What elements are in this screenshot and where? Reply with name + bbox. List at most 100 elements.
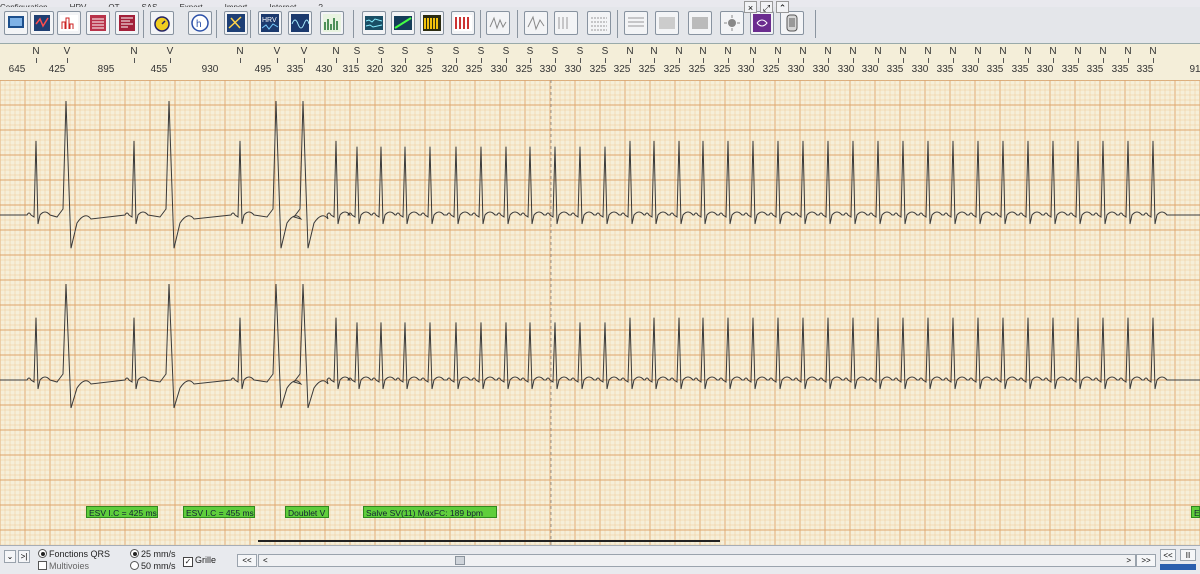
strip-4-button[interactable] (688, 11, 712, 35)
event-tag[interactable]: Doublet V (285, 506, 329, 518)
event-tag[interactable]: Salve SV(11) MaxFC: 189 bpm (363, 506, 497, 518)
beat-tick (728, 58, 729, 63)
scroll-right-arrow[interactable]: > (1126, 555, 1131, 566)
toolbar-separator (815, 10, 816, 38)
horizontal-scrollbar[interactable]: < > (258, 554, 1136, 567)
stopwatch-button[interactable] (150, 11, 174, 35)
histogram-icon (60, 15, 78, 31)
device-button[interactable] (780, 11, 804, 35)
beat-label: S (452, 46, 460, 57)
beat-label: N (799, 46, 807, 57)
fonctions-qrs-radio[interactable] (38, 549, 47, 558)
strip-2-button[interactable] (624, 11, 648, 35)
beat-label: N (1099, 46, 1107, 57)
print-button[interactable] (86, 11, 110, 35)
hrv-icon: HRV (261, 14, 279, 32)
display-button[interactable] (4, 11, 28, 35)
speed-50-radio[interactable] (130, 561, 139, 570)
wave-filter-button[interactable] (288, 11, 312, 35)
fonctions-qrs-option[interactable]: Fonctions QRS (38, 549, 110, 559)
nav-prev-button[interactable]: << (237, 554, 257, 567)
toolbar-separator (143, 10, 144, 38)
beat-label: N (1049, 46, 1057, 57)
grille-label: Grille (195, 555, 217, 565)
multivoies-checkbox[interactable] (38, 561, 47, 570)
beat-tick (481, 58, 482, 63)
beat-label: N (899, 46, 907, 57)
rr-interval: 330 (787, 64, 805, 75)
rr-interval: 91 (1189, 64, 1200, 75)
pause-button[interactable]: II (1180, 549, 1196, 561)
grille-option[interactable]: ✓ Grille (183, 555, 216, 567)
qrs-overlay-2-button[interactable] (524, 11, 548, 35)
event-tag[interactable]: E (1191, 506, 1200, 518)
rr-interval: 325 (713, 64, 731, 75)
rr-interval: 330 (911, 64, 929, 75)
multivoies-option[interactable]: Multivoies (38, 561, 89, 571)
lead-button[interactable] (30, 11, 54, 35)
rr-interval: 325 (465, 64, 483, 75)
rr-interval: 455 (150, 64, 168, 75)
beat-label: V (273, 46, 281, 57)
expand-icon[interactable]: ⤢ (760, 1, 773, 13)
close-icon[interactable]: × (744, 1, 757, 13)
grille-checkbox[interactable]: ✓ (183, 557, 193, 567)
rr-interval: 335 (1011, 64, 1029, 75)
speed-25-radio[interactable] (130, 549, 139, 558)
beat-label: N (774, 46, 782, 57)
settings-button[interactable] (720, 11, 744, 35)
scroll-left-arrow[interactable]: < (263, 555, 268, 566)
speed-50-label: 50 mm/s (141, 561, 176, 571)
scatter-button[interactable] (391, 11, 415, 35)
event-tag[interactable]: ESV I.C = 455 ms (183, 506, 255, 518)
hrv-button[interactable]: HRV (258, 11, 282, 35)
rr-interval: 930 (201, 64, 219, 75)
strip-2-icon (628, 17, 644, 27)
compressed-view-button[interactable] (362, 11, 386, 35)
nav-next-button[interactable]: >> (1136, 554, 1156, 567)
report-button[interactable] (115, 11, 139, 35)
beat-tick (928, 58, 929, 63)
toolbar-separator (517, 10, 518, 38)
event-tag[interactable]: ESV I.C = 425 ms (86, 506, 158, 518)
beat-label: N (724, 46, 732, 57)
rr-interval: 335 (286, 64, 304, 75)
beat-label: V (300, 46, 308, 57)
qrs-overlay-3-icon (558, 17, 568, 29)
speed-25-option[interactable]: 25 mm/s (130, 549, 176, 559)
rr-interval: 335 (1111, 64, 1129, 75)
beat-label: N (1024, 46, 1032, 57)
svg-text:HRV: HRV (262, 17, 277, 24)
qrs-overlay-3-button[interactable] (554, 11, 578, 35)
sound-button[interactable] (750, 11, 774, 35)
beat-tick (1003, 58, 1004, 63)
histogram-button[interactable] (57, 11, 81, 35)
toolbar-separator (480, 10, 481, 38)
scroll-down-button[interactable]: ⌄ (4, 550, 16, 563)
speed-50-option[interactable]: 50 mm/s (130, 561, 176, 571)
zoom-prev-button[interactable]: << (1160, 549, 1176, 561)
bar-view-button[interactable] (420, 11, 444, 35)
scatter-icon (394, 16, 412, 30)
beat-tick (240, 58, 241, 63)
rr-interval: 325 (589, 64, 607, 75)
strip-3-button[interactable] (655, 11, 679, 35)
beat-tick (953, 58, 954, 63)
st-tool-button[interactable] (224, 11, 248, 35)
beat-label: N (824, 46, 832, 57)
qrs-overlay-1-button[interactable] (486, 11, 510, 35)
strip-1-icon (591, 17, 607, 31)
scrollbar-thumb[interactable] (455, 556, 465, 565)
strip-1-button[interactable] (587, 11, 611, 35)
stack-view-button[interactable] (451, 11, 475, 35)
heartbeat-button[interactable]: h (188, 11, 212, 35)
trend-button[interactable] (320, 11, 344, 35)
rr-interval: 895 (97, 64, 115, 75)
collapse-icon[interactable]: ⌃ (776, 1, 789, 13)
scroll-next-button[interactable]: >| (18, 550, 30, 563)
beat-label: S (576, 46, 584, 57)
toolbar-separator (617, 10, 618, 38)
playback-bar (1160, 564, 1196, 570)
report-icon (119, 15, 135, 31)
beat-tick (703, 58, 704, 63)
